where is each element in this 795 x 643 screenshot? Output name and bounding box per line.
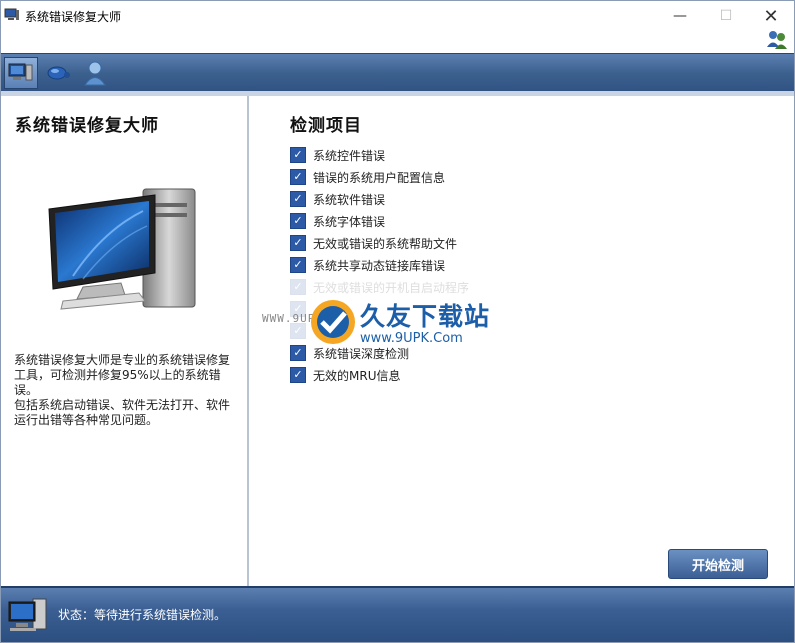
- checklist-item[interactable]: ✓ 系统共享动态链接库错误: [290, 254, 469, 276]
- checkbox-checked-icon[interactable]: ✓: [290, 147, 306, 163]
- checklist-item-label: 错误的系统用户配置信息: [313, 170, 446, 185]
- checklist-item[interactable]: ✓ 无效的MRU信息: [290, 364, 469, 386]
- checklist-item-label: 无效或错误的系统帮助文件: [313, 236, 458, 251]
- watermark-logo-icon: [311, 300, 355, 344]
- computer-icon: [8, 63, 33, 81]
- toolbar-user-button[interactable]: [78, 57, 112, 89]
- description-text-1: 系统错误修复大师是专业的系统错误修复工具，可检测并修复95%以上的系统错误。: [14, 353, 231, 397]
- checkbox-checked-icon[interactable]: ✓: [290, 213, 306, 229]
- left-panel: [1, 96, 247, 586]
- checklist-item-label: 系统共享动态链接库错误: [313, 258, 446, 273]
- checkbox-checked-icon[interactable]: ✓: [290, 191, 306, 207]
- status-bar: 状态：等待进行系统错误检测。: [1, 586, 794, 642]
- maximize-button[interactable]: ☐: [703, 1, 749, 31]
- checkbox-checked-icon[interactable]: ✓: [290, 367, 306, 383]
- title-bar: 系统错误修复大师 — ☐ ✕: [1, 1, 794, 31]
- computer-illustration: [48, 188, 196, 310]
- computer-icon: [8, 598, 47, 631]
- start-detection-button[interactable]: 开始检测: [668, 549, 768, 579]
- description-text-2: 包括系统启动错误、软件无法打开、软件运行出错等各种常见问题。: [14, 398, 231, 427]
- app-window: 系统错误修复大师 — ☐ ✕ 系统错误修复大师 系统错误修复大师是专业的系统错误…: [0, 0, 795, 643]
- watermark: WWW.9UPK.COM 久友下载站 www.9UPK.Com: [256, 291, 536, 361]
- watermark-url: www.9UPK.Com: [360, 331, 463, 346]
- checklist-item[interactable]: ✓ 系统控件错误: [290, 144, 469, 166]
- checklist-item[interactable]: ✓ 错误的系统用户配置信息: [290, 166, 469, 188]
- minimize-icon: —: [673, 8, 687, 24]
- maximize-icon: ☐: [719, 8, 733, 24]
- window-title: 系统错误修复大师: [25, 10, 122, 24]
- left-panel-title: 系统错误修复大师: [15, 116, 159, 136]
- close-icon: ✕: [763, 5, 779, 27]
- checklist-item-label: 无效的MRU信息: [313, 368, 401, 383]
- checklist-item[interactable]: ✓ 无效或错误的系统帮助文件: [290, 232, 469, 254]
- toolbar: [1, 53, 794, 92]
- watermark-brand: 久友下载站: [360, 302, 491, 331]
- panel-divider: [247, 96, 249, 586]
- toolbar-mouse-button[interactable]: [42, 57, 76, 89]
- status-text: 状态：等待进行系统错误检测。: [58, 608, 227, 622]
- checklist-item-label: 系统软件错误: [313, 192, 386, 207]
- checkbox-checked-icon[interactable]: ✓: [290, 257, 306, 273]
- mouse-icon: [47, 66, 70, 80]
- checkbox-checked-icon[interactable]: ✓: [290, 169, 306, 185]
- checklist-item-label: 系统字体错误: [313, 214, 386, 229]
- checklist-item-label: 系统控件错误: [313, 148, 386, 163]
- toolbar-computer-button[interactable]: [4, 57, 38, 89]
- detection-items-title: 检测项目: [290, 116, 362, 136]
- minimize-button[interactable]: —: [657, 1, 703, 31]
- users-icon[interactable]: [765, 27, 789, 51]
- checklist-item[interactable]: ✓ 系统字体错误: [290, 210, 469, 232]
- left-panel-description: 系统错误修复大师是专业的系统错误修复工具，可检测并修复95%以上的系统错误。 包…: [14, 353, 238, 428]
- app-icon: [4, 8, 19, 20]
- user-icon: [84, 61, 106, 86]
- checkbox-checked-icon[interactable]: ✓: [290, 235, 306, 251]
- checklist-item[interactable]: ✓ 系统软件错误: [290, 188, 469, 210]
